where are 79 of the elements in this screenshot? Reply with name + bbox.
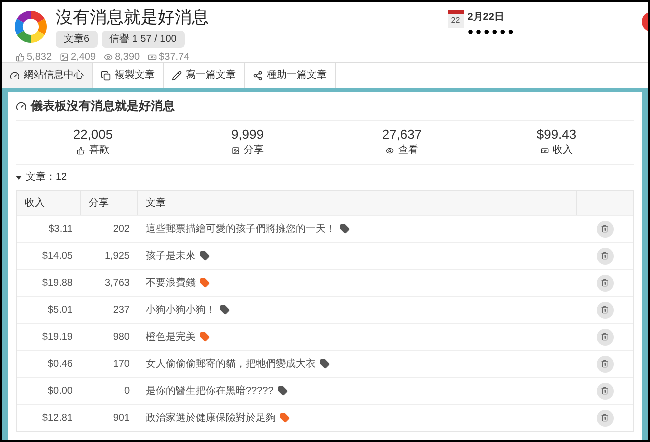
delete-button[interactable] — [596, 356, 614, 372]
tab[interactable]: 網站信息中心 — [2, 63, 93, 88]
stat-value: 5,832 — [27, 51, 52, 65]
article-link[interactable]: 政治家選於健康保險對於足夠 — [146, 410, 276, 426]
column-header: 收入 — [17, 191, 81, 215]
column-header: 文章 — [138, 191, 577, 215]
article-link[interactable]: 是你的醫生把你在黑暗????? — [146, 384, 274, 398]
total-label: 查看 — [398, 144, 418, 158]
ring-logo-icon — [14, 10, 48, 44]
table-cell-text: 980 — [112, 330, 131, 344]
stat-value: 2,409 — [71, 51, 96, 65]
trash-icon — [601, 414, 609, 422]
caret-icon[interactable] — [16, 176, 22, 180]
copy-icon — [101, 70, 111, 80]
total-label: 收入 — [552, 144, 573, 158]
article-link[interactable]: 這些郵票描繪可愛的孩子們將擁您的一天！ — [146, 222, 336, 236]
trash-icon — [601, 333, 609, 341]
table-cell-text: 0 — [123, 384, 131, 398]
eye-icon — [386, 146, 394, 154]
table-cell-text: 901 — [112, 412, 131, 426]
stat-badge: 信譽 1 57 / 100 — [102, 31, 185, 48]
stat-value: 8,390 — [115, 51, 140, 65]
dashboard-title: 儀表板沒有消息就是好消息 — [31, 98, 175, 115]
trash-icon — [601, 387, 609, 395]
table-cell-text: 237 — [112, 304, 131, 318]
table-cell-text: 170 — [112, 358, 131, 372]
trash-icon — [601, 279, 609, 287]
table-cell-text: $19.19 — [41, 330, 74, 344]
table-cell-text: 202 — [112, 222, 131, 236]
article-link[interactable]: 不要浪費錢 — [146, 276, 196, 290]
delete-button[interactable] — [596, 410, 614, 426]
banknote-icon — [148, 53, 158, 62]
share-icon — [253, 70, 263, 80]
image-icon — [60, 53, 70, 62]
page-title: 沒有消息就是好消息 — [56, 7, 209, 30]
table-cell-text: $12.81 — [41, 412, 74, 426]
pencil-icon — [172, 70, 182, 80]
table-cell-text: 3,763 — [104, 276, 131, 290]
article-link[interactable]: 女人偷偷偷郵寄的貓，把牠們變成大衣 — [146, 356, 316, 372]
articles-count: 文章：12 — [26, 170, 68, 185]
total-label: 分享 — [244, 144, 264, 158]
stat-value: $37.74 — [159, 51, 190, 65]
table-cell-text: $14.05 — [41, 250, 74, 264]
table-cell-text: 1,925 — [104, 250, 131, 264]
trash-icon — [601, 252, 609, 260]
delete-button[interactable] — [596, 382, 614, 400]
table-cell-text: $0.00 — [46, 384, 74, 398]
total-value: 27,637 — [382, 127, 422, 143]
delete-button[interactable] — [596, 328, 614, 346]
gauge-icon — [10, 70, 20, 80]
image-icon — [232, 146, 240, 154]
banknote-icon — [540, 146, 549, 154]
trash-icon — [601, 225, 609, 233]
calendar-icon: 22 — [448, 10, 464, 28]
total-value: 22,005 — [73, 127, 114, 143]
table-cell-text: $0.46 — [46, 358, 74, 372]
delete-button[interactable] — [596, 248, 614, 264]
delete-button[interactable] — [596, 302, 614, 318]
table-cell-text: $3.11 — [48, 222, 74, 236]
delete-button[interactable] — [596, 220, 614, 238]
eye-icon — [104, 53, 114, 62]
stat-badge: 文章6 — [56, 31, 98, 48]
date-label: 2月22日 — [468, 11, 506, 25]
column-header: 分享 — [81, 191, 138, 215]
article-link[interactable]: 孩子是未來 — [146, 248, 196, 264]
total-value: 9,999 — [231, 127, 264, 143]
thumbs-up-icon — [77, 146, 86, 154]
trash-icon — [601, 360, 609, 368]
article-link[interactable]: 橙色是完美 — [146, 330, 196, 344]
masked-text: ●●●●●● — [468, 26, 516, 40]
total-label: 喜歡 — [89, 144, 110, 158]
delete-button[interactable] — [596, 274, 614, 292]
thumbs-up-icon — [16, 53, 25, 62]
trash-icon — [601, 306, 609, 314]
table-cell-text: $5.01 — [46, 304, 74, 318]
total-value: $99.43 — [536, 127, 577, 143]
table-cell-text: $19.88 — [41, 276, 74, 290]
article-link[interactable]: 小狗小狗小狗！ — [146, 302, 216, 318]
dashboard-icon — [16, 100, 27, 112]
